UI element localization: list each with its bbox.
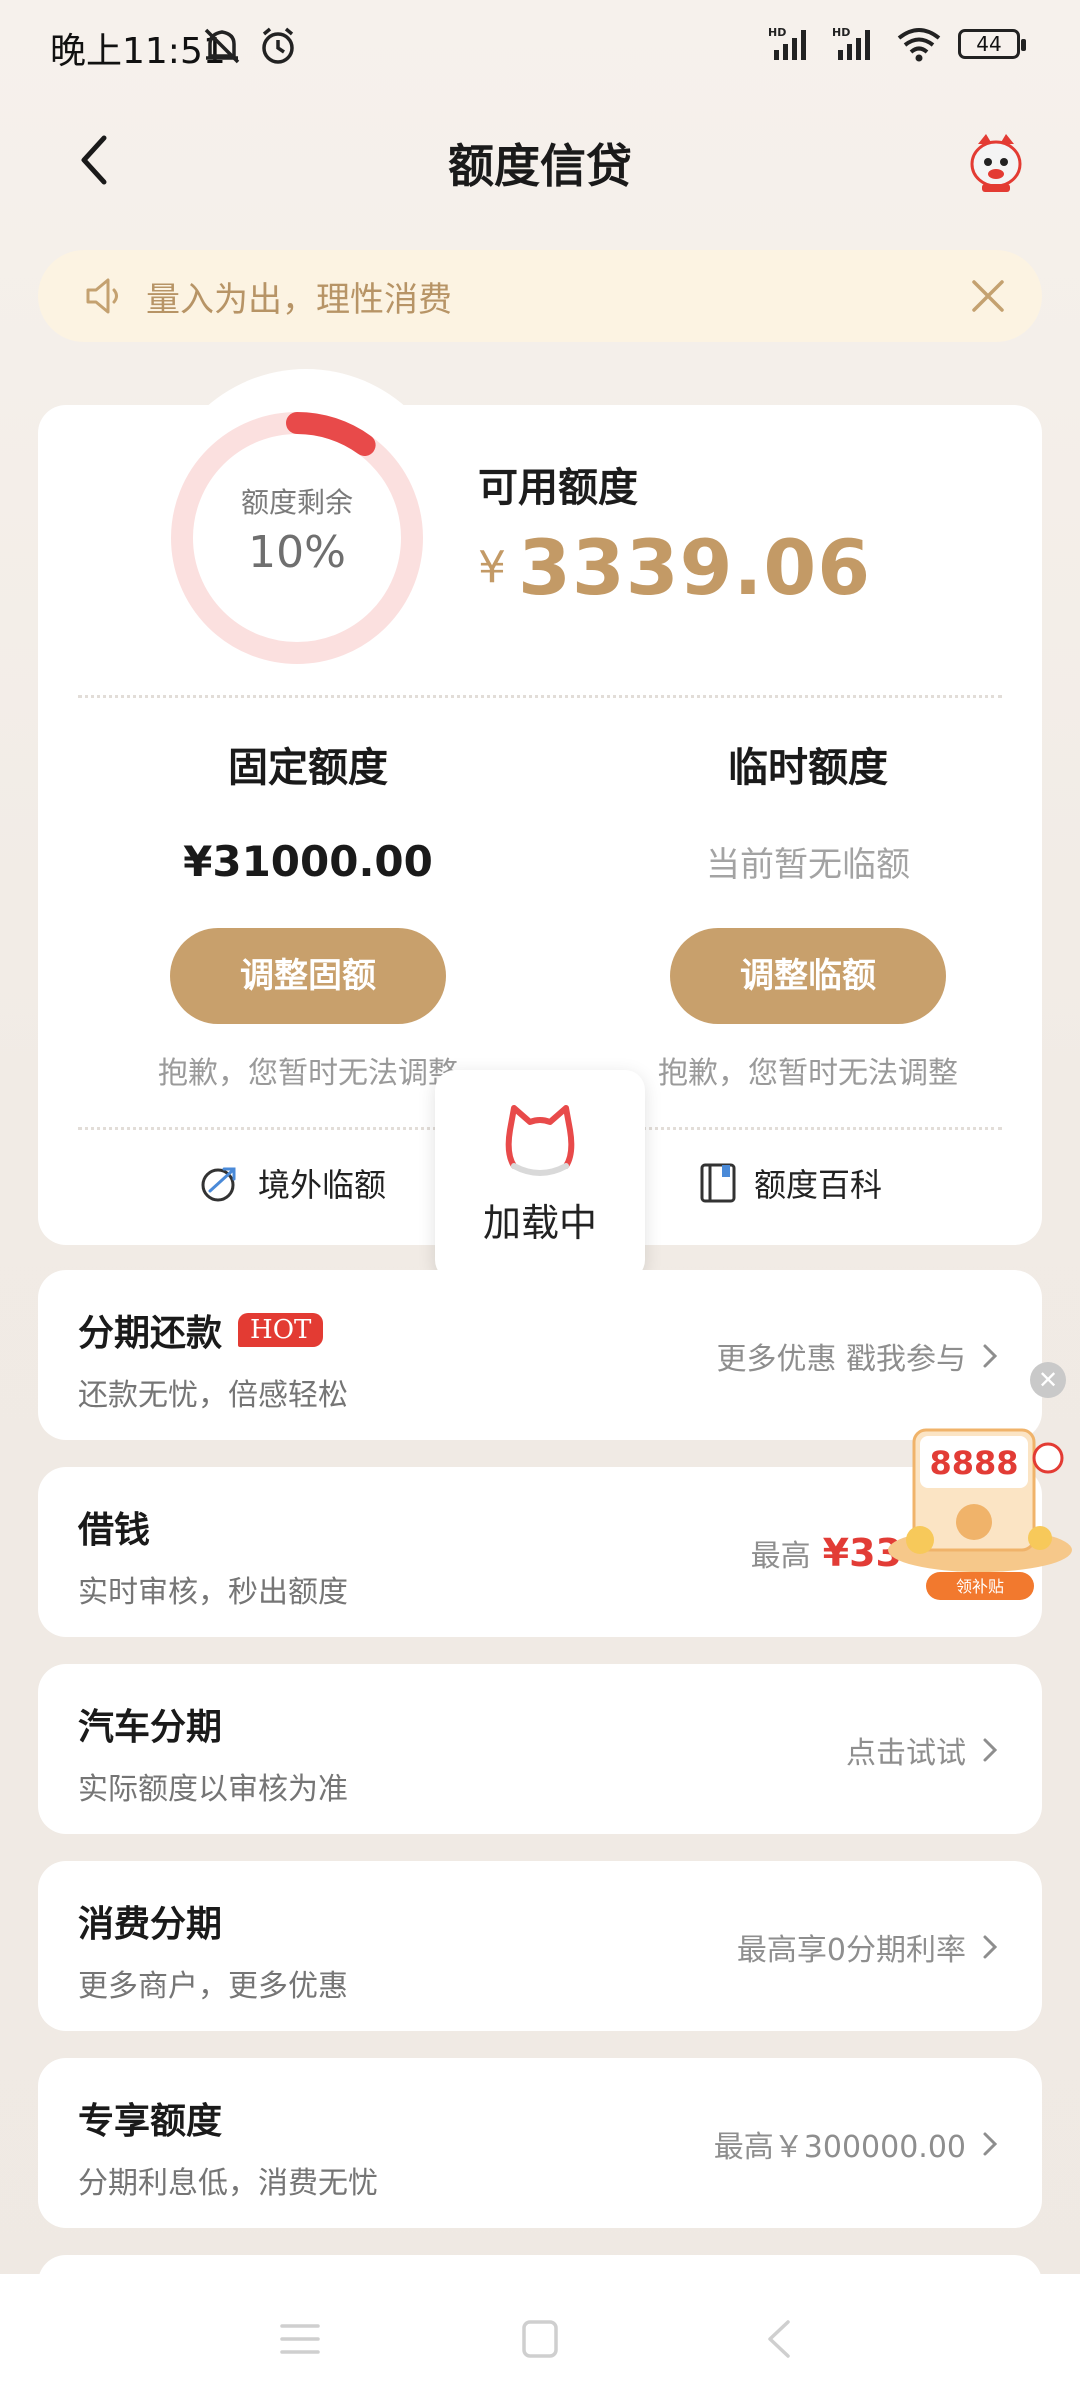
quota-wiki-label: 额度百科: [754, 1166, 883, 1204]
list-item-consumer-installment[interactable]: 消费分期 更多商户，更多优惠 最高享0分期利率: [38, 1861, 1042, 2031]
list-item-action[interactable]: 点击试试: [846, 1728, 1002, 1772]
system-nav-bar: [0, 2274, 1080, 2400]
temp-quota-value: 当前暂无临额: [706, 845, 910, 885]
adjust-temp-button[interactable]: 调整临额: [670, 928, 946, 1024]
chevron-right-icon: [983, 1935, 998, 1959]
temp-quota: 临时额度 当前暂无临额 调整临额 抱歉，您暂时无法调整: [588, 735, 1028, 1092]
list-item-title: 借钱: [78, 1501, 150, 1553]
remaining-ring: 额度剩余 10%: [162, 403, 432, 673]
overseas-quota-link[interactable]: 境外临额: [198, 1160, 386, 1206]
status-bar: 晚上11:51 HD HD 44: [0, 0, 1080, 96]
page-title: 额度信贷: [448, 139, 632, 193]
list-item-subtitle: 还款无忧，倍感轻松: [78, 1378, 348, 1413]
fixed-quota-value: ¥31000.00: [183, 837, 433, 886]
list-item-car-installment[interactable]: 汽车分期 实际额度以审核为准 点击试试: [38, 1664, 1042, 1834]
promo-button: 领补贴: [956, 1577, 1004, 1596]
speaker-icon: [86, 278, 118, 314]
adjust-fixed-button[interactable]: 调整固额: [170, 928, 446, 1024]
hd-signal-icon: HD: [768, 26, 806, 60]
mascot-icon[interactable]: [964, 130, 1028, 194]
list-item-subtitle: 实时审核，秒出额度: [78, 1575, 348, 1610]
list-item-title: 消费分期: [78, 1895, 222, 1947]
list-item-action-text: 点击试试: [846, 1736, 966, 1771]
back-icon[interactable]: [750, 2314, 810, 2364]
list-item-title-text: 借钱: [78, 1510, 151, 1551]
hd-signal-icon: HD: [832, 26, 870, 60]
list-item-subtitle: 更多商户，更多优惠: [78, 1969, 348, 2004]
overseas-quota-label: 境外临额: [258, 1166, 387, 1204]
list-item-subtitle: 分期利息低，消费无忧: [78, 2166, 378, 2201]
battery-icon: 44: [958, 29, 1026, 59]
list-item-title: 分期还款 HOT: [78, 1304, 324, 1356]
loading-cat-icon: [505, 1105, 575, 1176]
temp-quota-title: 临时额度: [728, 745, 888, 791]
divider: [78, 695, 1002, 698]
notice-bar: 量入为出，理性消费: [38, 250, 1042, 342]
quota-wiki-link[interactable]: 额度百科: [698, 1160, 882, 1206]
alarm-icon: [262, 27, 294, 64]
loading-toast: 加载中: [435, 1070, 645, 1280]
globe-plane-icon: [201, 1167, 236, 1202]
home-icon[interactable]: [510, 2314, 570, 2364]
chevron-right-icon: [983, 2132, 998, 2156]
list-item-action[interactable]: 最高享0分期利率: [737, 1925, 1002, 1969]
header: 额度信贷: [0, 100, 1080, 220]
temp-quota-hint: 抱歉，您暂时无法调整: [658, 1056, 958, 1091]
list-item-action-text: 最高享0分期利率: [736, 1933, 966, 1968]
ring-label: 额度剩余: [240, 486, 353, 519]
list-item-title: 汽车分期: [78, 1698, 222, 1750]
list-item-exclusive-quota[interactable]: 专享额度 分期利息低，消费无忧 最高￥300000.00: [38, 2058, 1042, 2228]
loading-text: 加载中: [482, 1201, 597, 1245]
fixed-quota-title: 固定额度: [228, 745, 388, 791]
available-title: 可用额度: [478, 465, 638, 511]
list-item-title-text: 分期还款: [78, 1313, 223, 1354]
close-icon[interactable]: [964, 272, 1012, 320]
list-item-title-text: 汽车分期: [78, 1707, 223, 1748]
svg-text:HD: HD: [832, 26, 850, 39]
svg-text:HD: HD: [768, 26, 786, 39]
status-left-icons: [200, 26, 298, 66]
hot-badge: HOT: [238, 1313, 324, 1347]
red-envelope-icon[interactable]: 8888 领补贴: [880, 1360, 1080, 1610]
available-amount: ¥3339.06: [478, 523, 871, 612]
currency-symbol: ¥: [478, 542, 506, 593]
notice-text: 量入为出，理性消费: [146, 280, 452, 320]
list-item-subtitle: 实际额度以审核为准: [78, 1772, 348, 1807]
fixed-quota: 固定额度 ¥31000.00 调整固额 抱歉，您暂时无法调整: [88, 735, 528, 1092]
list-item-action-prefix: 最高: [750, 1539, 811, 1574]
wifi-icon: [897, 28, 941, 62]
menu-icon[interactable]: [270, 2314, 330, 2364]
list-item-action[interactable]: 最高￥300000.00: [714, 2122, 1002, 2166]
list-item-title: 专享额度: [78, 2092, 222, 2144]
status-right-icons: HD HD 44: [768, 26, 1026, 62]
chevron-right-icon: [983, 1738, 998, 1762]
list-item-title-text: 专享额度: [78, 2101, 223, 2142]
ring-value: 10%: [248, 527, 346, 578]
list-item-title-text: 消费分期: [78, 1904, 223, 1945]
mute-icon: [204, 28, 240, 64]
available-value: 3339.06: [518, 523, 872, 612]
promo-amount: 8888: [929, 1444, 1018, 1482]
book-icon: [700, 1163, 736, 1203]
list-item-action-text: 最高￥300000.00: [713, 2130, 966, 2165]
